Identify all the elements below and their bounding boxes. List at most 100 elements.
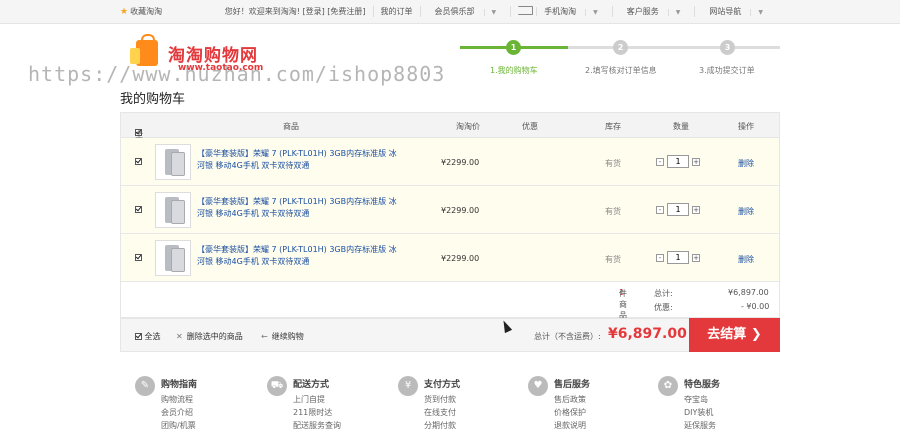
step-line — [515, 46, 568, 49]
step-1-dot: 1 — [506, 40, 521, 55]
step-3-dot: 3 — [720, 40, 735, 55]
header-price: 淘淘价 — [456, 122, 480, 131]
product-name-link[interactable]: 【豪华套装版】荣耀 7 (PLK-TL01H) 3GB内存标准版 冰河银 移动4… — [197, 148, 397, 172]
star-icon: ★ — [120, 7, 129, 17]
product-name-link[interactable]: 【豪华套装版】荣耀 7 (PLK-TL01H) 3GB内存标准版 冰河银 移动4… — [197, 196, 397, 220]
item-stock: 有货 — [605, 255, 621, 264]
header-quantity: 数量 — [673, 122, 689, 131]
quantity-stepper: - + — [656, 251, 700, 264]
discount-value: - ¥0.00 — [741, 302, 770, 311]
step-2-dot: 2 — [613, 40, 628, 55]
quantity-input[interactable] — [667, 203, 689, 216]
quantity-input[interactable] — [667, 155, 689, 168]
pencil-icon: ✎ — [135, 376, 155, 396]
item-checkbox[interactable] — [135, 158, 142, 165]
continue-shopping-button[interactable]: ← 继续购物 — [261, 331, 304, 342]
arrow-left-icon: ← — [261, 332, 268, 341]
service-link[interactable]: 会员介绍 — [161, 407, 193, 418]
select-all-checkbox[interactable] — [135, 333, 142, 340]
delete-selected-button[interactable]: ✕ 删除选中的商品 — [176, 331, 243, 342]
service-link[interactable]: 211限时达 — [293, 407, 332, 418]
my-orders-link[interactable]: 我的订单 — [372, 6, 420, 17]
total-value: ¥6,897.00 — [728, 288, 769, 297]
welcome-login-register[interactable]: 您好！欢迎来到淘淘! [登录] [免费注册] — [218, 6, 373, 17]
service-link[interactable]: DIY装机 — [684, 407, 713, 418]
chevron-down-icon: ▼ — [667, 9, 688, 16]
decrease-button[interactable]: - — [656, 205, 664, 214]
product-thumbnail[interactable] — [155, 144, 191, 180]
checkout-bar: 全选 ✕ 删除选中的商品 ← 继续购物 总计（不含运费）: ¥6,897.00 去结… — [120, 318, 780, 352]
favorite-link[interactable]: ★ 收藏淘淘 — [120, 6, 162, 17]
delete-link[interactable]: 删除 — [738, 254, 754, 265]
service-link[interactable]: 货到付款 — [424, 394, 456, 405]
step-3-label: 3.成功提交订单 — [699, 66, 755, 75]
cart-table: 全选 商品 淘淘价 优惠 库存 数量 操作 【豪华套装版】荣耀 7 (PLK-T… — [120, 112, 780, 320]
service-link[interactable]: 购物流程 — [161, 394, 193, 405]
close-icon: ✕ — [176, 332, 183, 341]
delete-link[interactable]: 删除 — [738, 158, 754, 169]
decrease-button[interactable]: - — [656, 157, 664, 166]
product-thumbnail[interactable] — [155, 192, 191, 228]
checkout-steps: 1 2 3 1.我的购物车 2.填写核对订单信息 3.成功提交订单 — [460, 40, 780, 80]
increase-button[interactable]: + — [692, 157, 700, 166]
header-product: 商品 — [283, 122, 299, 131]
header-action: 操作 — [738, 122, 754, 131]
item-checkbox[interactable] — [135, 206, 142, 213]
table-row: 【豪华套装版】荣耀 7 (PLK-TL01H) 3GB内存标准版 冰河银 移动4… — [121, 138, 779, 186]
wallet-icon: ¥ — [398, 376, 418, 396]
service-links: ✎ 购物指南 购物流程 会员介绍 团购/机票 ⛟ 配送方式 上门自提 211限时… — [135, 370, 785, 435]
checkout-button[interactable]: 去结算 ❯ — [689, 318, 780, 352]
item-price: ¥2299.00 — [441, 206, 480, 215]
increase-button[interactable]: + — [692, 253, 700, 262]
service-link[interactable]: 上门自提 — [293, 394, 325, 405]
header-discount: 优惠 — [522, 122, 538, 131]
table-row: 【豪华套装版】荣耀 7 (PLK-TL01H) 3GB内存标准版 冰河银 移动4… — [121, 186, 779, 234]
item-stock: 有货 — [605, 159, 621, 168]
service-link[interactable]: 退款说明 — [554, 420, 586, 431]
item-stock: 有货 — [605, 207, 621, 216]
flower-icon: ✿ — [658, 376, 678, 396]
header-stock: 库存 — [605, 122, 621, 131]
total-label: 总计: — [654, 289, 673, 298]
chevron-down-icon: ▼ — [585, 9, 605, 16]
product-name-link[interactable]: 【豪华套装版】荣耀 7 (PLK-TL01H) 3GB内存标准版 冰河银 移动4… — [197, 244, 397, 268]
chevron-down-icon: ▼ — [483, 9, 504, 16]
phone-icon — [518, 6, 534, 15]
quantity-stepper: - + — [656, 155, 700, 168]
footer-total-amount: ¥6,897.00 — [608, 326, 687, 342]
discount-label: 优惠: — [654, 303, 673, 312]
item-checkbox[interactable] — [135, 254, 142, 261]
service-link[interactable]: 在线支付 — [424, 407, 456, 418]
step-2-label: 2.填写核对订单信息 — [585, 66, 657, 75]
step-1-label: 1.我的购物车 — [490, 66, 538, 75]
service-link[interactable]: 售后政策 — [554, 394, 586, 405]
decrease-button[interactable]: - — [656, 253, 664, 262]
header: 淘淘购物网 www.taotao.com https://www.huzhan.… — [0, 24, 900, 109]
item-price: ¥2299.00 — [441, 158, 480, 167]
service-link[interactable]: 延保服务 — [684, 420, 716, 431]
increase-button[interactable]: + — [692, 205, 700, 214]
service-link[interactable]: 价格保护 — [554, 407, 586, 418]
page-title: 我的购物车 — [120, 92, 186, 107]
watermark: https://www.huzhan.com/ishop8803 — [28, 62, 446, 86]
footer-total-label: 总计（不含运费）: — [534, 332, 601, 341]
service-link[interactable]: 夺宝岛 — [684, 394, 708, 405]
quantity-stepper: - + — [656, 203, 700, 216]
heart-icon: ♥ — [528, 376, 548, 396]
site-nav-link[interactable]: 网站导航 ▼ — [694, 6, 777, 17]
select-all-footer[interactable]: 全选 — [135, 331, 161, 342]
item-price: ¥2299.00 — [441, 254, 480, 263]
quantity-input[interactable] — [667, 251, 689, 264]
top-nav: 您好！欢迎来到淘淘! [登录] [免费注册] 我的订单 会员俱乐部 ▼ 手机淘淘 ▼… — [218, 6, 777, 17]
table-row: 【豪华套装版】荣耀 7 (PLK-TL01H) 3GB内存标准版 冰河银 移动4… — [121, 234, 779, 282]
product-thumbnail[interactable] — [155, 240, 191, 276]
member-club-link[interactable]: 会员俱乐部 ▼ — [419, 6, 511, 17]
delete-link[interactable]: 删除 — [738, 206, 754, 217]
service-link[interactable]: 分期付款 — [424, 420, 456, 431]
mobile-link[interactable]: 手机淘淘 ▼ — [510, 6, 612, 17]
customer-service-link[interactable]: 客户服务 ▼ — [611, 6, 695, 17]
top-bar: ★ 收藏淘淘 您好！欢迎来到淘淘! [登录] [免费注册] 我的订单 会员俱乐部 ▼… — [0, 0, 900, 24]
table-header: 全选 商品 淘淘价 优惠 库存 数量 操作 — [121, 113, 779, 150]
service-link[interactable]: 配送服务查询 — [293, 420, 341, 431]
service-link[interactable]: 团购/机票 — [161, 420, 196, 431]
